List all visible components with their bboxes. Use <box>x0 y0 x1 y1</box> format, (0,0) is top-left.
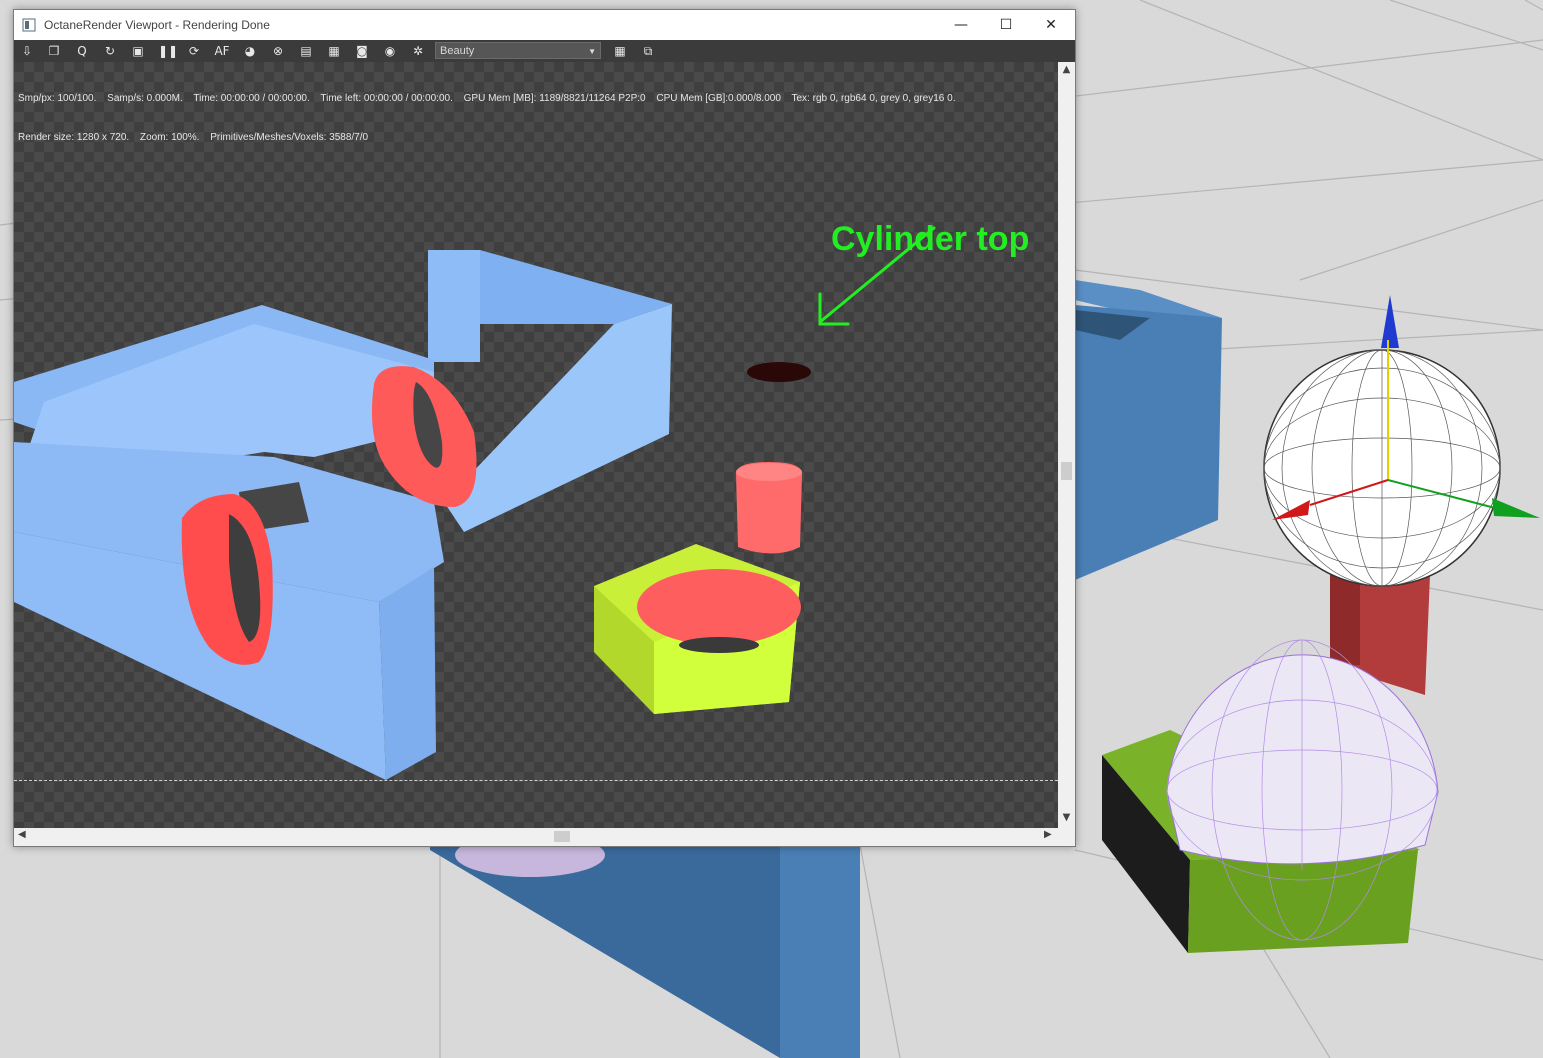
region-border-line <box>14 780 1058 781</box>
cylinder-top-hole <box>747 362 811 382</box>
target-icon[interactable]: ⊗ <box>270 43 286 59</box>
vertical-scrollbar[interactable]: ▲ ▼ <box>1058 62 1075 828</box>
scroll-right-arrow[interactable]: ▶ <box>1044 829 1052 840</box>
stat-time: Time: 00:00:00 / 00:00:00. <box>193 93 310 104</box>
stat-time-left: Time left: 00:00:00 / 00:00:00. <box>320 93 453 104</box>
grid-icon[interactable]: ▦ <box>612 43 628 59</box>
zoom-q-icon[interactable]: Q <box>74 43 90 59</box>
display-icon[interactable]: ▤ <box>298 43 314 59</box>
copy-icon[interactable]: ❐ <box>46 43 62 59</box>
restart-icon[interactable]: ↻ <box>102 43 118 59</box>
settings-gear-icon[interactable]: ✲ <box>410 43 426 59</box>
export-icon[interactable]: ⇩ <box>19 43 35 59</box>
viewport-blue-block-face <box>1075 305 1222 580</box>
vertical-scroll-thumb[interactable] <box>1061 462 1072 480</box>
scrollbar-corner <box>1058 828 1075 845</box>
clock-icon[interactable]: ▦ <box>326 43 342 59</box>
chevron-down-icon: ▼ <box>588 47 596 56</box>
region-icon[interactable]: ⧉ <box>640 43 656 59</box>
red-small-cylinder-top <box>736 463 802 481</box>
close-button[interactable]: ✕ <box>1028 10 1074 40</box>
stats-line-2: Render size: 1280 x 720. Zoom: 100%. Pri… <box>18 131 963 144</box>
gizmo-z-arrow <box>1381 295 1399 348</box>
stat-zoom: Zoom: 100%. <box>139 132 200 143</box>
gizmo-y-arrow <box>1492 498 1540 518</box>
render-viewport[interactable]: Cylinder top Smp/px: 100/100. Samp/s: 0.… <box>14 62 1058 828</box>
camera-icon[interactable]: ◙ <box>354 43 370 59</box>
pause-icon[interactable]: ❚❚ <box>158 43 178 59</box>
viewport-green-hex-front <box>1188 850 1418 953</box>
stat-render-size: Render size: 1280 x 720. <box>18 132 130 143</box>
blue-block-front-side <box>379 567 436 780</box>
render-camera-icon[interactable]: ◉ <box>382 43 398 59</box>
viewport-blue-slab-side <box>780 845 860 1058</box>
render-pass-select[interactable]: Beauty ▼ <box>435 42 601 59</box>
stat-samples-per-px: Smp/px: 100/100. <box>18 93 97 104</box>
scroll-left-arrow[interactable]: ◀ <box>18 829 26 840</box>
stat-samples-per-sec: Samp/s: 0.000M. <box>107 93 183 104</box>
toolbar: ⇩ ❐ Q ↻ ▣ ❚❚ ⟳ AF ◕ ⊗ ▤ ▦ ◙ ◉ ✲ Beauty ▼… <box>14 40 1075 62</box>
horizontal-scroll-thumb[interactable] <box>554 831 570 842</box>
stat-primitives: Primitives/Meshes/Voxels: 3588/7/0 <box>210 132 369 143</box>
scroll-up-arrow[interactable]: ▲ <box>1058 64 1075 75</box>
title-bar[interactable]: OctaneRender Viewport - Rendering Done —… <box>14 10 1075 40</box>
minimize-button[interactable]: — <box>938 10 984 40</box>
annotation-label: Cylinder top <box>831 220 1030 258</box>
app-icon <box>22 18 36 32</box>
color-wheel-icon[interactable]: ◕ <box>242 43 258 59</box>
horizontal-scrollbar[interactable]: ◀ ▶ <box>14 828 1058 845</box>
stat-cpu-mem: CPU Mem [GB]:0.000/8.000 <box>656 93 781 104</box>
window-title: OctaneRender Viewport - Rendering Done <box>44 18 270 32</box>
yellow-hex-red-bore <box>637 569 801 645</box>
refresh-icon[interactable]: ⟳ <box>186 43 202 59</box>
af-icon[interactable]: AF <box>214 43 230 59</box>
render-pass-value: Beauty <box>440 45 475 57</box>
stat-tex: Tex: rgb 0, rgb64 0, grey 0, grey16 0. <box>791 93 956 104</box>
stat-gpu-mem: GPU Mem [MB]: 1189/8821/11264 P2P:0 <box>463 93 646 104</box>
render-stats: Smp/px: 100/100. Samp/s: 0.000M. Time: 0… <box>18 66 963 170</box>
octane-render-window: OctaneRender Viewport - Rendering Done —… <box>13 9 1076 847</box>
scroll-down-arrow[interactable]: ▼ <box>1058 812 1075 823</box>
rendered-scene <box>14 226 936 780</box>
blue-block-back-face <box>428 250 480 362</box>
maximize-button[interactable]: ☐ <box>983 10 1029 40</box>
stats-line-1: Smp/px: 100/100. Samp/s: 0.000M. Time: 0… <box>18 92 963 105</box>
yellow-hex-bore-hole <box>679 637 759 653</box>
lock-icon[interactable]: ▣ <box>130 43 146 59</box>
